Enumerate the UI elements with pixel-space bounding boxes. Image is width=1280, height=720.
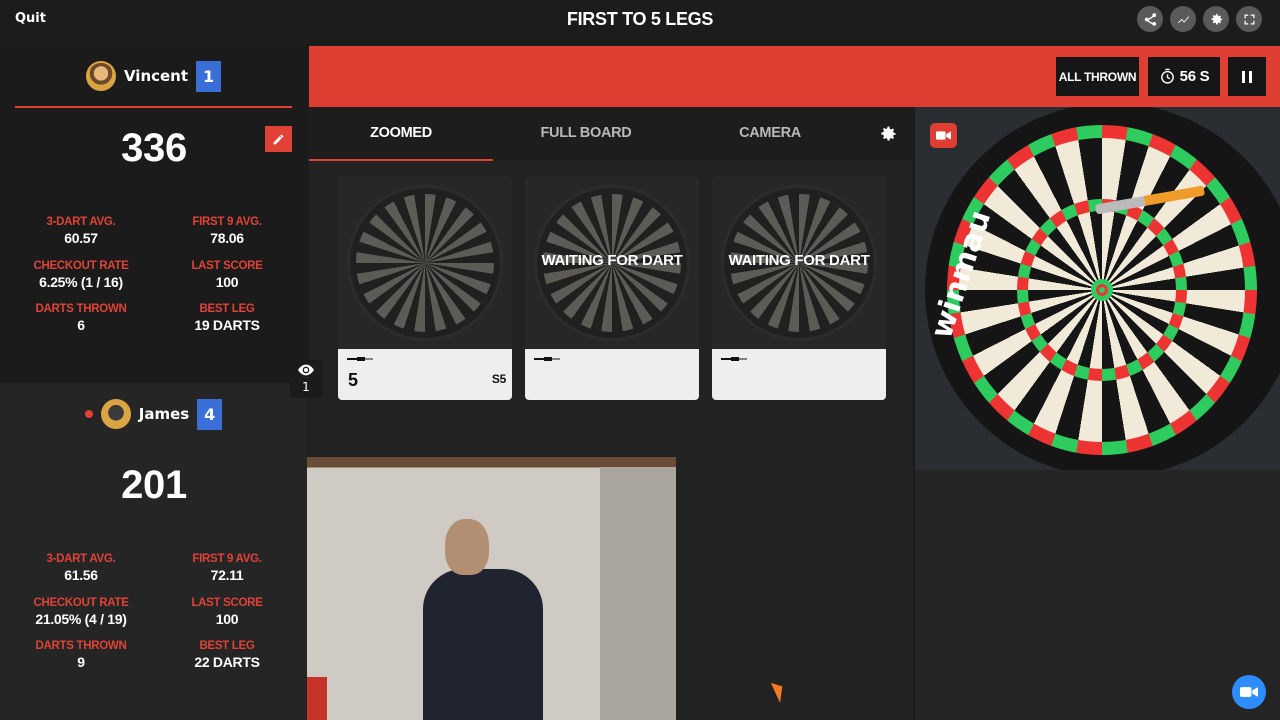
stat-value: 19 DARTS bbox=[194, 317, 260, 333]
turn-banner: ALL THROWN 56 S bbox=[309, 46, 1280, 107]
player-name: James bbox=[138, 405, 190, 423]
player-name: Vincent bbox=[123, 67, 189, 85]
stat-label: 3-DART AVG. bbox=[46, 216, 116, 228]
stat-label: LAST SCORE bbox=[191, 596, 263, 609]
stat-label: CHECKOUT RATE bbox=[33, 596, 129, 609]
view-tabs: ZOOMED FULL BOARD CAMERA bbox=[309, 107, 913, 161]
camera-toggle-icon[interactable] bbox=[930, 123, 957, 148]
stat-label: FIRST 9 AVG. bbox=[192, 216, 262, 228]
stat-value: 100 bbox=[215, 273, 239, 290]
match-title: FIRST TO 5 LEGS bbox=[566, 9, 714, 29]
stat-value: 78.06 bbox=[210, 230, 244, 246]
settings-icon[interactable] bbox=[1203, 6, 1229, 32]
pause-button[interactable] bbox=[1228, 57, 1266, 96]
stat-value: 6 bbox=[77, 317, 85, 333]
player-remaining-score: 201 bbox=[121, 463, 187, 507]
all-thrown-button[interactable]: ALL THROWN bbox=[1056, 57, 1139, 96]
fullscreen-icon[interactable] bbox=[1236, 6, 1262, 32]
stat-value: 21.05% (4 / 19) bbox=[35, 610, 127, 627]
player-header: Vincent 1 bbox=[15, 46, 292, 108]
dart-status: WAITING FOR DART bbox=[728, 252, 870, 269]
dart-cards: 5 S5 WAITING FOR DART WAITING FOR DART bbox=[338, 176, 886, 400]
tab-zoomed[interactable]: ZOOMED bbox=[309, 107, 493, 161]
stat-value: 9 bbox=[77, 654, 85, 670]
tab-camera[interactable]: CAMERA bbox=[678, 107, 862, 161]
stat-label: CHECKOUT RATE bbox=[33, 259, 129, 272]
stat-label: DARTS THROWN bbox=[35, 303, 127, 315]
legs-won-badge: 1 bbox=[196, 60, 222, 92]
dart-card-1[interactable]: 5 S5 bbox=[338, 176, 512, 400]
board-camera-feed: winmau bbox=[915, 107, 1280, 470]
pencil-icon bbox=[273, 134, 284, 144]
stat-value: 6.25% (1 / 16) bbox=[39, 273, 123, 290]
view-settings-icon[interactable] bbox=[878, 124, 898, 144]
turn-timer[interactable]: 56 S bbox=[1148, 57, 1220, 96]
dart-segment: S5 bbox=[491, 372, 506, 386]
stat-label: BEST LEG bbox=[199, 640, 255, 652]
dart-icon bbox=[534, 357, 560, 361]
dart-icon bbox=[721, 357, 747, 361]
stat-value: 61.56 bbox=[64, 567, 98, 583]
legs-won-badge: 4 bbox=[197, 398, 223, 430]
stat-label: DARTS THROWN bbox=[35, 640, 127, 652]
video-call-button[interactable] bbox=[1232, 675, 1266, 709]
stat-value: 60.57 bbox=[64, 230, 98, 246]
dart-score: 5 bbox=[348, 370, 358, 390]
spectator-count[interactable]: 1 bbox=[290, 360, 322, 398]
dart-status: WAITING FOR DART bbox=[541, 252, 683, 269]
player-header: James 4 bbox=[15, 383, 292, 445]
player-camera-feed bbox=[307, 457, 676, 720]
stat-value: 22 DARTS bbox=[194, 654, 260, 670]
video-camera-icon bbox=[1240, 687, 1258, 697]
top-toolbar bbox=[1137, 6, 1262, 32]
avatar bbox=[85, 61, 116, 91]
dart-card-2[interactable]: WAITING FOR DART bbox=[525, 176, 699, 400]
stat-value: 72.11 bbox=[210, 567, 244, 583]
spectator-number: 1 bbox=[302, 380, 310, 394]
current-thrower-indicator bbox=[84, 410, 93, 418]
stats-icon[interactable] bbox=[1170, 6, 1196, 32]
dartboard-thumbnail bbox=[350, 187, 500, 338]
players-sidebar: Vincent 1 336 3-DART AVG. 60.57 FIRST 9 A… bbox=[0, 46, 322, 720]
stopwatch-icon bbox=[1160, 68, 1174, 84]
edit-score-button[interactable] bbox=[265, 126, 292, 152]
avatar bbox=[100, 399, 131, 429]
player-stats: 3-DART AVG. 60.57 FIRST 9 AVG. 78.06 CHECK… bbox=[0, 216, 308, 347]
share-icon[interactable] bbox=[1137, 6, 1163, 32]
player-panel-1: Vincent 1 336 3-DART AVG. 60.57 FIRST 9 A… bbox=[0, 46, 308, 383]
tab-full-board[interactable]: FULL BOARD bbox=[494, 107, 678, 161]
stat-label: FIRST 9 AVG. bbox=[192, 553, 262, 565]
player-stats: 3-DART AVG. 61.56 FIRST 9 AVG. 72.11 CHECK… bbox=[0, 553, 308, 684]
stat-label: 3-DART AVG. bbox=[46, 553, 116, 565]
stat-label: LAST SCORE bbox=[191, 259, 263, 272]
eye-icon bbox=[298, 364, 314, 376]
top-bar: Quit FIRST TO 5 LEGS bbox=[0, 0, 1280, 46]
stat-value: 100 bbox=[215, 610, 239, 627]
stat-label: BEST LEG bbox=[199, 303, 255, 315]
timer-value: 56 S bbox=[1179, 68, 1210, 85]
pause-icon bbox=[1242, 70, 1245, 83]
right-lower-panel bbox=[915, 470, 1280, 720]
dart-card-3[interactable]: WAITING FOR DART bbox=[712, 176, 886, 400]
player-remaining-score: 336 bbox=[121, 126, 187, 170]
dart-icon bbox=[347, 357, 373, 361]
player-panel-2: James 4 201 3-DART AVG. 61.56 FIRST 9 AVG… bbox=[0, 383, 308, 720]
